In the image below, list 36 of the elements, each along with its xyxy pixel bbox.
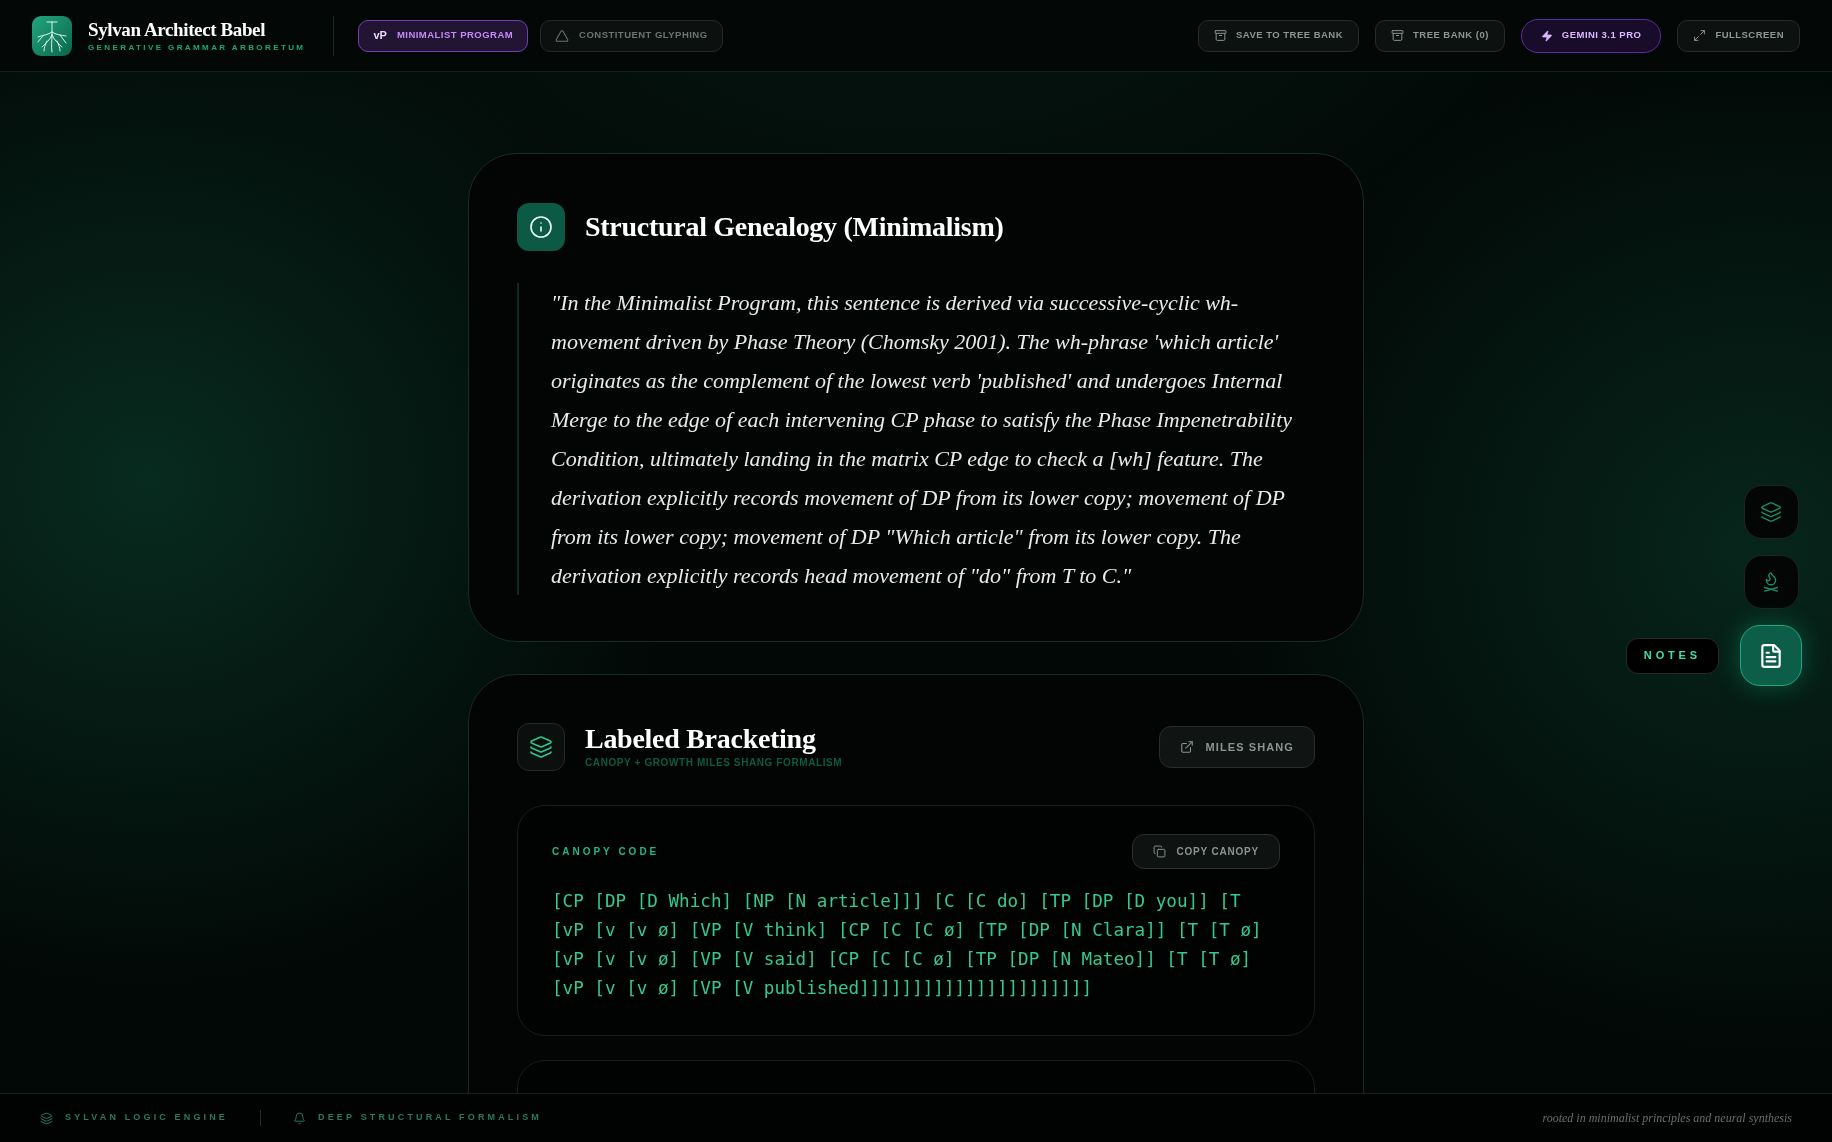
- section-title: Structural Genealogy (Minimalism): [585, 210, 1004, 244]
- tree-roots-logo: [32, 15, 72, 56]
- copy-button[interactable]: COPY CANOPY: [1132, 834, 1280, 869]
- quote-text: "In the Minimalist Program, this sentence is derived via successive-cyclic wh-movement driven by Phase Theory (Chomsky 2001). The wh-phrase 'which article' originates as the complement of the lowest verb 'published' and undergoes Internal Merge to the edge of each intervening CP phase to satisfy the Phase Impenetrability Condition, ultimately landing in the matrix CP edge to check a [wh] feature. The derivation explicitly records movement of DP from its lower copy; movement of DP from its lower copy; movement of DP "Which article" from its lower copy. The derivation explicitly records head movement of "do" from T to C.": [551, 289, 1294, 590]
- source-link-button[interactable]: MILES SHANG: [1158, 726, 1315, 768]
- app-subtitle: GENERATIVE GRAMMAR ARBORETUM: [88, 41, 306, 54]
- layers-icon: [517, 723, 565, 771]
- archive-icon: [1391, 29, 1404, 42]
- toolbar-button[interactable]: FULLSCREEN: [1677, 19, 1800, 52]
- info-icon: [517, 203, 565, 251]
- section-title: Labeled Bracketing: [585, 723, 817, 755]
- toolbar-button[interactable]: TREE BANK (0): [1375, 19, 1505, 52]
- bracketing-code: [CP [DP [D Which] [NP [N article]]] [C [C do] [TP [DP [D you]] [T [vP [v [v ø] [VP [V think] [CP [C [C ø] [TP [DP [N Clara]] [T [T ø] [vP [v [v ø] [VP [V said] [CP [C [C ø] [TP [DP [N Mateo]] [T [T ø] [vP [v [v ø] [VP [V published]]]]]]]]]]]]]]]]]]]]]]: [552, 890, 1263, 1000]
- status-label: SYLVAN LOGIC ENGINE: [65, 1111, 229, 1125]
- document-icon: [1758, 642, 1784, 669]
- copy-icon: [1153, 845, 1167, 858]
- app-title: Sylvan Architect Babel: [88, 17, 267, 42]
- triangle-icon: [555, 28, 570, 43]
- bell-icon: [293, 1111, 307, 1125]
- status-tagline: rooted in minimalist principles and neural synthesis: [1542, 1110, 1792, 1127]
- layers-icon: [1760, 501, 1782, 523]
- section-subtitle: CANOPY + GROWTH MILES SHANG FORMALISM: [585, 756, 843, 770]
- toolbar-button[interactable]: SAVE TO TREE BANK: [1198, 19, 1359, 52]
- fullscreen-icon: [1693, 29, 1707, 42]
- model-button[interactable]: GEMINI 3.1 PRO: [1520, 18, 1662, 53]
- lightning-icon: [1540, 29, 1553, 42]
- tooltip: NOTES: [1625, 637, 1719, 674]
- external-link-icon: [1179, 740, 1194, 754]
- mode-tab[interactable]: vP MINIMALIST PROGRAM: [358, 19, 529, 52]
- layers-icon: [40, 1111, 53, 1125]
- mode-tab[interactable]: CONSTITUENT GLYPHING: [540, 19, 723, 52]
- status-label: DEEP STRUCTURAL FORMALISM: [318, 1111, 542, 1125]
- mode-abbreviation: vP: [373, 28, 387, 44]
- dock-button[interactable]: [1740, 625, 1802, 686]
- code-label: CANOPY CODE: [552, 845, 660, 859]
- archive-icon: [1214, 29, 1228, 42]
